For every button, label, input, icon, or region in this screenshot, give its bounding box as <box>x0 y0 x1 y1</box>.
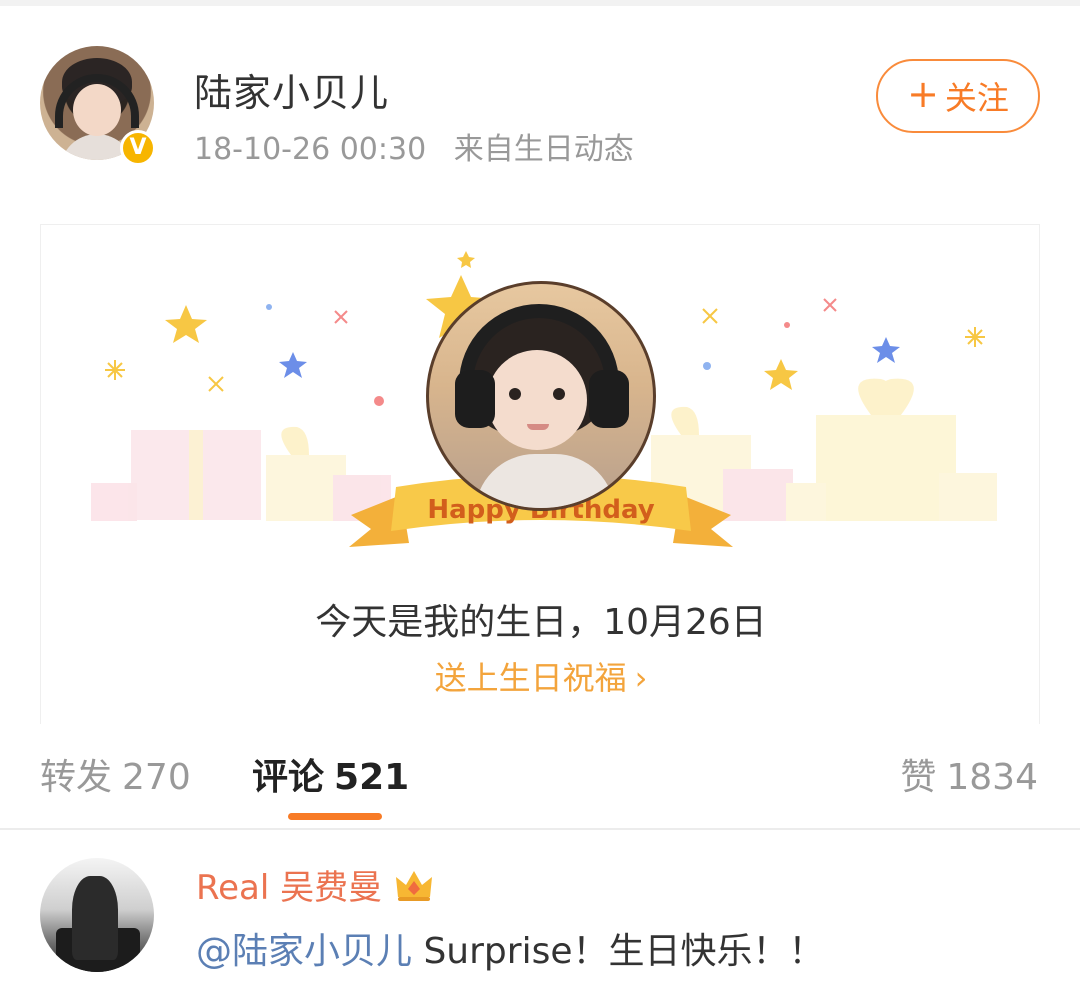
tab-comments[interactable]: 评论 521 <box>252 748 409 800</box>
tab-comments-label: 评论 <box>252 757 325 798</box>
tab-repost[interactable]: 转发 270 <box>40 748 191 800</box>
commenter-name[interactable]: Real 吴费曼 <box>196 860 434 909</box>
top-divider <box>0 0 1080 6</box>
tab-likes-count: 1834 <box>946 757 1038 798</box>
post-source: 来自生日动态 <box>453 132 634 167</box>
plus-icon: + <box>907 72 939 116</box>
birthday-avatar <box>426 281 656 511</box>
post-timestamp: 18-10-26 00:30 <box>194 132 427 167</box>
active-tab-indicator <box>288 813 382 820</box>
comment-body: Surprise！生日快乐！！ <box>412 931 825 972</box>
commenter-avatar[interactable] <box>40 858 154 972</box>
mention-link[interactable]: @陆家小贝儿 <box>196 931 412 972</box>
birthday-message: 今天是我的生日，10月26日 <box>315 602 767 643</box>
chevron-right-icon: › <box>634 659 648 697</box>
tab-repost-label: 转发 <box>40 757 113 798</box>
follow-label: 关注 <box>944 79 1009 117</box>
post-tabs: 转发 270 评论 521 赞 1834 <box>0 740 1080 828</box>
tab-likes[interactable]: 赞 1834 <box>900 748 1038 800</box>
commenter-name-label: Real 吴费曼 <box>196 868 383 908</box>
crown-icon <box>396 870 433 901</box>
tab-comments-count: 521 <box>334 757 410 798</box>
send-birthday-wishes-link[interactable]: 送上生日祝福 › <box>41 653 1041 699</box>
verified-badge-icon: V <box>120 130 156 166</box>
author-name[interactable]: 陆家小贝儿 <box>194 62 389 117</box>
send-wishes-label: 送上生日祝福 <box>434 659 627 697</box>
tab-repost-count: 270 <box>122 757 191 798</box>
birthday-card[interactable]: Happy Birthday 今天是我的生日，10月26日 送上生日祝福› <box>40 224 1040 724</box>
follow-button[interactable]: + 关注 <box>876 59 1040 133</box>
comment-text: @陆家小贝儿 Surprise！生日快乐！！ <box>196 922 825 974</box>
post-meta: 18-10-26 00:30 来自生日动态 <box>194 124 634 168</box>
tabs-divider <box>0 828 1080 830</box>
tab-likes-label: 赞 <box>900 757 937 798</box>
